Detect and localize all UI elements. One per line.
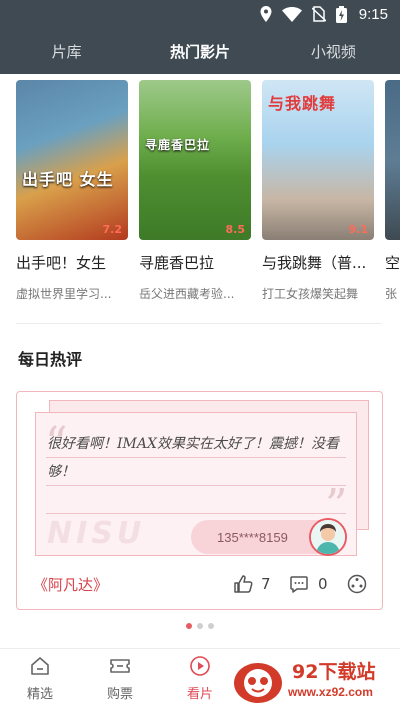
movie-poster[interactable] — [385, 80, 400, 240]
movie-description: 张 — [385, 287, 398, 301]
logo-title: 92下载站 — [292, 661, 376, 683]
comment-icon[interactable] — [289, 574, 309, 594]
carousel-dots — [0, 623, 400, 629]
carousel-dot[interactable] — [208, 623, 214, 629]
nav-featured-label: 精选 — [26, 687, 53, 702]
wifi-icon — [281, 6, 302, 22]
note-line — [46, 513, 346, 514]
movie-card[interactable]: 与我跳舞 9.1 与我跳舞（普... 打工女孩爆笑起舞 — [262, 80, 374, 310]
like-count: 7 — [261, 575, 271, 593]
tab-hot-movies[interactable]: 热门影片 — [133, 28, 266, 74]
movie-rating: 8.5 — [225, 223, 246, 236]
carousel-dot[interactable] — [186, 623, 192, 629]
movie-poster[interactable]: 寻鹿香巴拉 8.5 — [139, 80, 251, 240]
avatar-person-icon — [311, 520, 345, 554]
poster-title: 寻鹿香巴拉 — [145, 138, 211, 152]
movie-rating: 9.1 — [348, 223, 369, 236]
mascot-logo-icon — [234, 663, 282, 703]
top-tabs: 片库 热门影片 小视频 — [0, 28, 400, 74]
share-icon[interactable] — [347, 574, 367, 594]
comment-count: 0 — [318, 575, 328, 593]
no-sim-icon — [311, 6, 326, 22]
movie-card[interactable]: 出手吧 女生 7.2 出手吧！女生 虚拟世界里学习... — [16, 80, 128, 310]
logo-url: www.xz92.com — [288, 685, 373, 699]
status-bar: 9:15 — [0, 0, 400, 28]
divider — [16, 323, 382, 324]
movie-rating: 7.2 — [102, 223, 123, 236]
movie-card[interactable]: 空 张 — [385, 80, 400, 310]
movie-description: 打工女孩爆笑起舞 — [262, 287, 359, 301]
review-movie-title[interactable]: 《阿凡达》 — [33, 574, 108, 595]
home-icon — [31, 657, 49, 675]
movie-poster[interactable]: 与我跳舞 9.1 — [262, 80, 374, 240]
daily-review-card[interactable]: “ ” NISU 很好看啊！IMAX效果实在太好了！震撼！没看够！ 135***… — [16, 391, 383, 610]
nav-watch-label: 看片 — [186, 687, 213, 702]
movie-title: 与我跳舞（普... — [262, 254, 367, 272]
card-watermark: NISU — [47, 516, 146, 551]
review-text: 很好看啊！IMAX效果实在太好了！震撼！没看够！ — [47, 436, 339, 480]
nav-tickets-label: 购票 — [106, 687, 133, 702]
nav-tickets[interactable]: 购票 — [80, 655, 160, 702]
movie-title: 出手吧！女生 — [16, 254, 107, 272]
movie-description: 虚拟世界里学习... — [16, 287, 112, 301]
poster-title: 出手吧 女生 — [22, 170, 114, 189]
avatar[interactable] — [309, 518, 347, 556]
location-icon — [260, 6, 272, 22]
movie-title: 空 — [385, 254, 400, 272]
movie-title: 寻鹿香巴拉 — [139, 254, 215, 272]
status-time: 9:15 — [358, 5, 388, 23]
play-circle-icon — [190, 656, 210, 676]
reviewer-id: 135****8159 — [217, 529, 288, 545]
carousel-dot[interactable] — [197, 623, 203, 629]
hot-movies-carousel: 出手吧 女生 7.2 出手吧！女生 虚拟世界里学习... 寻鹿香巴拉 8.5 寻… — [16, 80, 400, 310]
site-logo: 92下载站 www.xz92.com — [228, 651, 400, 711]
nav-featured[interactable]: 精选 — [0, 655, 80, 702]
movie-card[interactable]: 寻鹿香巴拉 8.5 寻鹿香巴拉 岳父进西藏考验... — [139, 80, 251, 310]
section-title: 每日热评 — [18, 350, 83, 369]
battery-charging-icon — [335, 5, 347, 23]
tab-library[interactable]: 片库 — [0, 28, 133, 74]
ticket-icon — [110, 659, 130, 673]
thumbs-up-icon[interactable] — [233, 574, 253, 594]
movie-description: 岳父进西藏考验... — [139, 287, 235, 301]
poster-title: 与我跳舞 — [268, 94, 337, 113]
tab-short-video[interactable]: 小视频 — [267, 28, 400, 74]
movie-poster[interactable]: 出手吧 女生 7.2 — [16, 80, 128, 240]
